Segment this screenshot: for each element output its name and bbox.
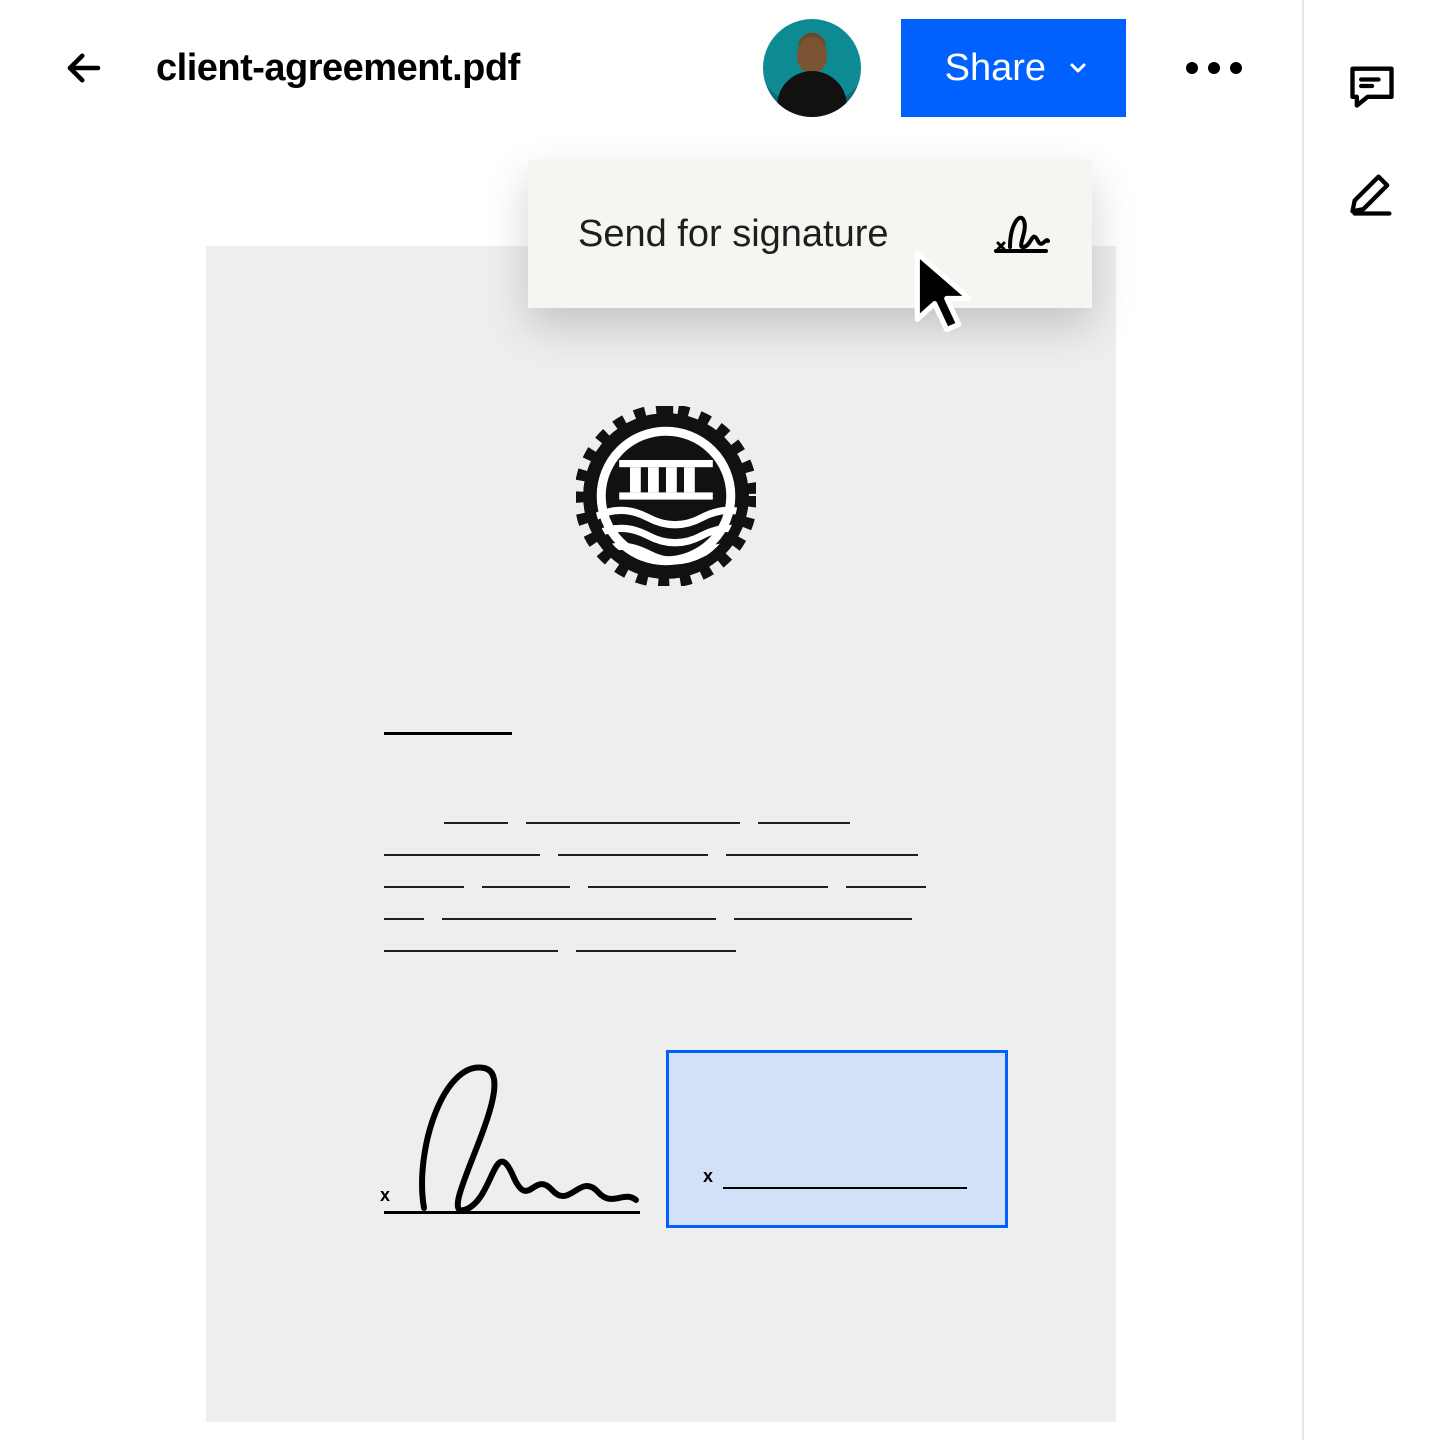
right-rail (1304, 0, 1440, 1440)
signature-completed: x (384, 1050, 644, 1220)
main-area: client-agreement.pdf Share (0, 0, 1302, 1440)
signature-baseline (723, 1187, 967, 1189)
signature-baseline (384, 1211, 640, 1214)
doc-body-placeholder (384, 822, 930, 982)
company-stamp-icon (576, 406, 756, 586)
more-button[interactable] (1166, 42, 1262, 94)
share-button-label: Share (945, 47, 1046, 90)
chevron-down-icon (1066, 56, 1090, 80)
document-preview: x x (206, 246, 1116, 1422)
more-icon (1230, 62, 1242, 74)
file-name: client-agreement.pdf (156, 47, 520, 90)
more-icon (1186, 62, 1198, 74)
comment-icon (1346, 60, 1398, 112)
more-icon (1208, 62, 1220, 74)
signature-field-empty[interactable]: x (666, 1050, 1008, 1228)
signature-x-marker: x (380, 1185, 390, 1206)
share-menu-item-send-for-signature[interactable]: Send for signature (528, 160, 1092, 308)
signature-x-marker: x (703, 1166, 713, 1187)
avatar[interactable] (763, 19, 861, 117)
comments-button[interactable] (1342, 56, 1402, 116)
header-bar: client-agreement.pdf Share (0, 0, 1302, 136)
send-for-signature-label: Send for signature (578, 213, 889, 256)
share-button[interactable]: Share (901, 19, 1126, 117)
back-arrow-icon (63, 47, 105, 89)
header-actions: Share (763, 0, 1262, 136)
doc-heading-placeholder (384, 732, 512, 735)
edit-icon (1346, 168, 1398, 220)
back-button[interactable] (56, 40, 112, 96)
signature-icon (990, 207, 1052, 261)
signature-area: x x (384, 1050, 1084, 1230)
signature-glyph-icon (384, 1050, 654, 1220)
edit-button[interactable] (1342, 164, 1402, 224)
